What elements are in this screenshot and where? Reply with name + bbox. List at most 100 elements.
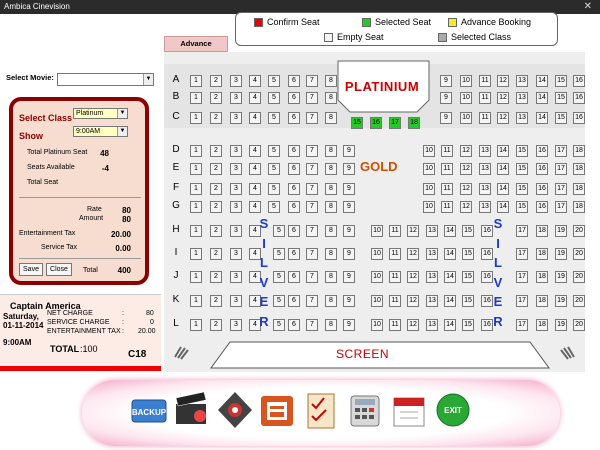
seat-h19[interactable]: 19 [555, 225, 567, 237]
seat-b16[interactable]: 16 [573, 92, 585, 104]
seat-e5[interactable]: 5 [268, 163, 280, 175]
seat-e2[interactable]: 2 [210, 163, 222, 175]
calculator-icon[interactable] [346, 388, 384, 432]
seat-k18[interactable]: 18 [536, 295, 548, 307]
seat-j12[interactable]: 12 [407, 271, 419, 283]
seat-d6[interactable]: 6 [288, 145, 300, 157]
seat-h15[interactable]: 15 [462, 225, 474, 237]
seat-j8[interactable]: 8 [325, 271, 337, 283]
seat-j10[interactable]: 10 [371, 271, 383, 283]
seat-i17[interactable]: 17 [516, 248, 528, 260]
seat-j2[interactable]: 2 [210, 271, 222, 283]
seat-e4[interactable]: 4 [249, 163, 261, 175]
chevron-down-icon[interactable]: ▼ [117, 127, 127, 136]
seat-j11[interactable]: 11 [389, 271, 401, 283]
seat-h14[interactable]: 14 [444, 225, 456, 237]
seat-e12[interactable]: 12 [460, 163, 472, 175]
seat-f15[interactable]: 15 [516, 183, 528, 195]
calendar-icon[interactable] [390, 388, 428, 432]
seat-h11[interactable]: 11 [389, 225, 401, 237]
seat-d7[interactable]: 7 [306, 145, 318, 157]
seat-k12[interactable]: 12 [407, 295, 419, 307]
seat-l17[interactable]: 17 [516, 319, 528, 331]
seat-f11[interactable]: 11 [441, 183, 453, 195]
seat-g1[interactable]: 1 [190, 201, 202, 213]
seat-c14[interactable]: 14 [536, 112, 548, 124]
seat-d4[interactable]: 4 [249, 145, 261, 157]
seat-g7[interactable]: 7 [306, 201, 318, 213]
seat-h10[interactable]: 10 [371, 225, 383, 237]
seat-h12[interactable]: 12 [407, 225, 419, 237]
seat-i20[interactable]: 20 [573, 248, 585, 260]
seat-f1[interactable]: 1 [190, 183, 202, 195]
seat-h13[interactable]: 13 [426, 225, 438, 237]
seat-b6[interactable]: 6 [288, 92, 300, 104]
seat-k13[interactable]: 13 [426, 295, 438, 307]
seat-l6[interactable]: 6 [288, 319, 300, 331]
seat-g16[interactable]: 16 [536, 201, 548, 213]
seat-b10[interactable]: 10 [460, 92, 472, 104]
seat-c3[interactable]: 3 [230, 112, 242, 124]
seat-l5[interactable]: 5 [273, 319, 285, 331]
seat-k11[interactable]: 11 [389, 295, 401, 307]
seat-d10[interactable]: 10 [423, 145, 435, 157]
seat-e8[interactable]: 8 [325, 163, 337, 175]
seat-g13[interactable]: 13 [479, 201, 491, 213]
seat-j18[interactable]: 18 [536, 271, 548, 283]
checklist-icon[interactable] [302, 388, 340, 432]
seat-b14[interactable]: 14 [536, 92, 548, 104]
seat-d1[interactable]: 1 [190, 145, 202, 157]
seat-c7[interactable]: 7 [306, 112, 318, 124]
seat-l7[interactable]: 7 [306, 319, 318, 331]
seat-h2[interactable]: 2 [210, 225, 222, 237]
seat-e18[interactable]: 18 [573, 163, 585, 175]
seat-d12[interactable]: 12 [460, 145, 472, 157]
seat-e3[interactable]: 3 [230, 163, 242, 175]
seat-a1[interactable]: 1 [190, 75, 202, 87]
seat-selected-15[interactable]: 15 [351, 117, 363, 129]
seat-a3[interactable]: 3 [230, 75, 242, 87]
seat-h1[interactable]: 1 [190, 225, 202, 237]
seat-f16[interactable]: 16 [536, 183, 548, 195]
seat-b5[interactable]: 5 [268, 92, 280, 104]
seat-c8[interactable]: 8 [325, 112, 337, 124]
seat-b7[interactable]: 7 [306, 92, 318, 104]
seat-l14[interactable]: 14 [444, 319, 456, 331]
seat-a6[interactable]: 6 [288, 75, 300, 87]
seat-g9[interactable]: 9 [343, 201, 355, 213]
seat-h8[interactable]: 8 [325, 225, 337, 237]
seat-l12[interactable]: 12 [407, 319, 419, 331]
seat-h17[interactable]: 17 [516, 225, 528, 237]
seat-j13[interactable]: 13 [426, 271, 438, 283]
seat-b8[interactable]: 8 [325, 92, 337, 104]
seat-k6[interactable]: 6 [288, 295, 300, 307]
seat-f8[interactable]: 8 [325, 183, 337, 195]
seat-d8[interactable]: 8 [325, 145, 337, 157]
seat-a16[interactable]: 16 [573, 75, 585, 87]
close-button[interactable]: Close [46, 263, 72, 276]
seat-i13[interactable]: 13 [426, 248, 438, 260]
seat-l10[interactable]: 10 [371, 319, 383, 331]
seat-b1[interactable]: 1 [190, 92, 202, 104]
seat-g17[interactable]: 17 [555, 201, 567, 213]
seat-a7[interactable]: 7 [306, 75, 318, 87]
seat-g10[interactable]: 10 [423, 201, 435, 213]
chevron-down-icon[interactable]: ▼ [117, 109, 127, 118]
seat-e16[interactable]: 16 [536, 163, 548, 175]
seat-d16[interactable]: 16 [536, 145, 548, 157]
seat-b12[interactable]: 12 [497, 92, 509, 104]
seat-k8[interactable]: 8 [325, 295, 337, 307]
seat-i14[interactable]: 14 [444, 248, 456, 260]
seat-g12[interactable]: 12 [460, 201, 472, 213]
seat-selected-17[interactable]: 17 [389, 117, 401, 129]
seat-b15[interactable]: 15 [555, 92, 567, 104]
seat-h20[interactable]: 20 [573, 225, 585, 237]
seat-i10[interactable]: 10 [371, 248, 383, 260]
seat-a13[interactable]: 13 [516, 75, 528, 87]
seat-i1[interactable]: 1 [190, 248, 202, 260]
seat-f13[interactable]: 13 [479, 183, 491, 195]
seat-a11[interactable]: 11 [479, 75, 491, 87]
seat-c12[interactable]: 12 [497, 112, 509, 124]
seat-i8[interactable]: 8 [325, 248, 337, 260]
seat-l9[interactable]: 9 [343, 319, 355, 331]
